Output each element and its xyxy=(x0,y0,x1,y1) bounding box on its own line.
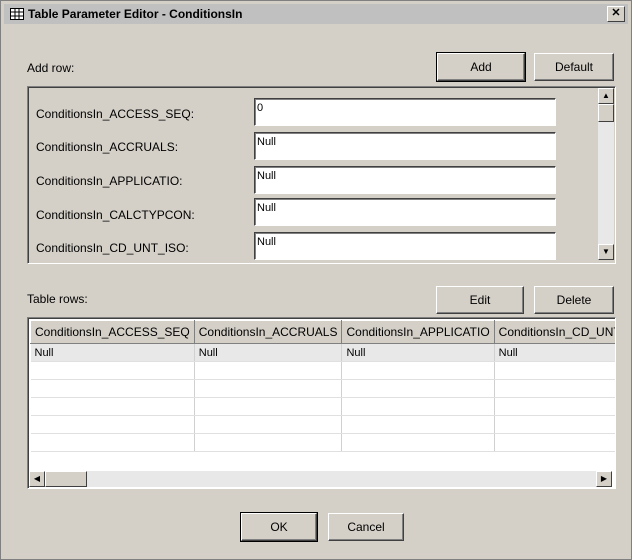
scroll-thumb[interactable] xyxy=(598,104,614,122)
field-label: ConditionsIn_ACCESS_SEQ: xyxy=(36,107,195,121)
field-label: ConditionsIn_APPLICATIO: xyxy=(36,174,183,188)
table-cell[interactable]: Null xyxy=(494,343,615,362)
table-rows-grid: ConditionsIn_ACCESS_SEQ ConditionsIn_ACC… xyxy=(27,317,616,489)
add-button[interactable]: Add xyxy=(436,52,526,82)
table-cell[interactable]: Null xyxy=(30,343,195,362)
accruals-field[interactable]: Null xyxy=(254,132,556,160)
column-header[interactable]: ConditionsIn_ACCESS_SEQ xyxy=(30,320,195,344)
cancel-button[interactable]: Cancel xyxy=(328,513,404,541)
scroll-left-button[interactable]: ◀ xyxy=(29,471,45,487)
arrow-down-icon: ▼ xyxy=(602,247,610,256)
ok-button[interactable]: OK xyxy=(240,512,318,542)
scroll-right-button[interactable]: ▶ xyxy=(596,471,612,487)
table-icon xyxy=(10,8,24,20)
arrow-up-icon: ▲ xyxy=(602,91,610,100)
applicatio-field[interactable]: Null xyxy=(254,166,556,194)
window-title: Table Parameter Editor - ConditionsIn xyxy=(28,7,243,21)
field-label: ConditionsIn_CD_UNT_ISO: xyxy=(36,241,189,255)
scroll-up-button[interactable]: ▲ xyxy=(598,88,614,104)
header-row: ConditionsIn_ACCESS_SEQ ConditionsIn_ACC… xyxy=(30,320,615,344)
field-label: ConditionsIn_CALCTYPCON: xyxy=(36,208,195,222)
column-header[interactable]: ConditionsIn_CD_UNT_ISO xyxy=(493,320,615,344)
arrow-right-icon: ▶ xyxy=(600,474,608,483)
empty-row xyxy=(30,433,615,452)
empty-row xyxy=(30,397,615,416)
table-horizontal-scrollbar[interactable]: ◀ ▶ xyxy=(29,471,612,487)
close-button[interactable]: ✕ xyxy=(607,6,625,22)
arrow-left-icon: ◀ xyxy=(33,474,41,483)
scroll-thumb[interactable] xyxy=(45,471,87,487)
cd-unt-iso-field[interactable]: Null xyxy=(254,232,556,260)
field-label: ConditionsIn_ACCRUALS: xyxy=(36,140,179,154)
table-cell[interactable]: Null xyxy=(341,343,495,362)
add-row-label: Add row: xyxy=(27,61,75,75)
access-seq-field[interactable]: 0 xyxy=(254,98,556,126)
column-header[interactable]: ConditionsIn_ACCRUALS xyxy=(193,320,343,344)
empty-row xyxy=(30,379,615,398)
table-row[interactable]: Null Null Null Null xyxy=(30,343,615,362)
fields-vertical-scrollbar[interactable]: ▲ ▼ xyxy=(598,88,614,260)
title-bar: Table Parameter Editor - ConditionsIn ✕ xyxy=(4,4,628,24)
delete-button[interactable]: Delete xyxy=(534,286,614,314)
empty-row xyxy=(30,415,615,434)
empty-row xyxy=(30,361,615,380)
add-row-fields-panel: ConditionsIn_ACCESS_SEQ: 0 ConditionsIn_… xyxy=(27,86,616,264)
table-rows-label: Table rows: xyxy=(27,292,88,306)
close-icon: ✕ xyxy=(611,7,621,19)
dialog-window: Table Parameter Editor - ConditionsIn ✕ … xyxy=(0,0,632,560)
edit-button[interactable]: Edit xyxy=(436,286,524,314)
rows-table: ConditionsIn_ACCESS_SEQ ConditionsIn_ACC… xyxy=(30,320,615,452)
table-cell[interactable]: Null xyxy=(194,343,343,362)
scroll-down-button[interactable]: ▼ xyxy=(598,244,614,260)
default-button[interactable]: Default xyxy=(534,53,614,81)
column-header[interactable]: ConditionsIn_APPLICATIO xyxy=(341,320,495,344)
calctypcon-field[interactable]: Null xyxy=(254,198,556,226)
